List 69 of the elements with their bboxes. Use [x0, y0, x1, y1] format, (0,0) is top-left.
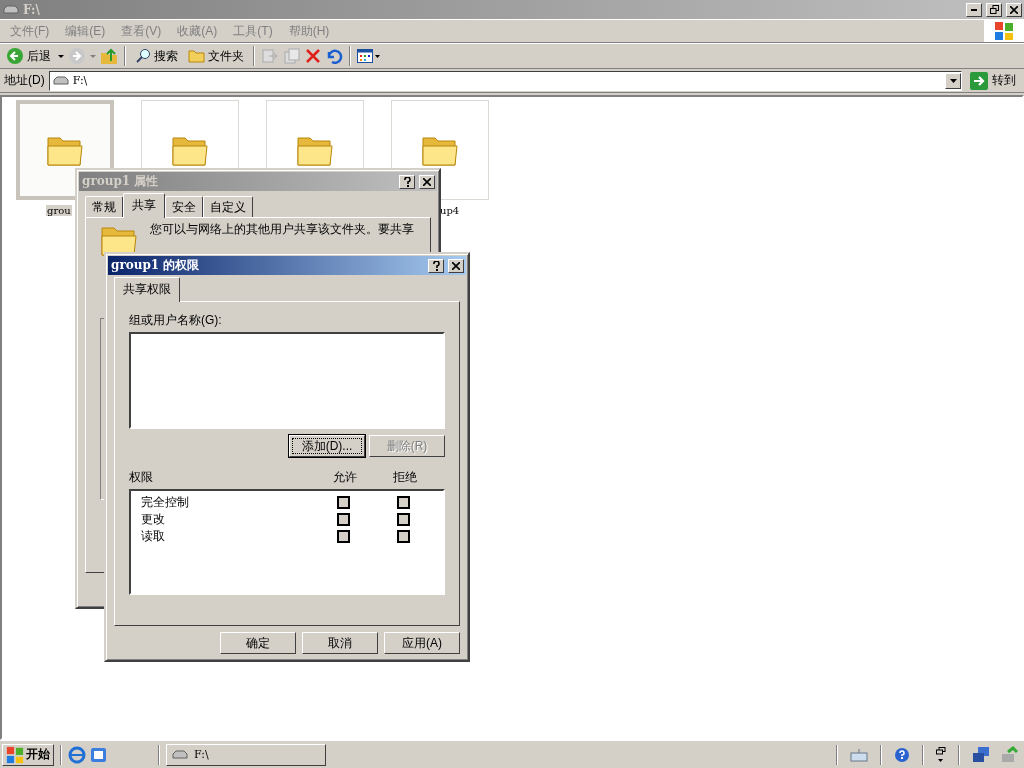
- restore-icon: [989, 5, 999, 14]
- tab[interactable]: 常规: [85, 196, 123, 217]
- permission-name: 完全控制: [141, 494, 190, 511]
- tab[interactable]: 共享: [123, 193, 165, 218]
- tab[interactable]: 自定义: [203, 196, 253, 217]
- minimize-button[interactable]: [966, 2, 982, 17]
- folder-name: up4: [439, 205, 461, 216]
- delete-icon[interactable]: [305, 48, 321, 64]
- add-button[interactable]: 添加(D)...: [289, 435, 365, 457]
- views-icon[interactable]: [357, 48, 381, 64]
- window-title: F:\: [23, 2, 41, 17]
- column-header: 拒绝: [393, 469, 417, 486]
- dialog-button[interactable]: 确定: [220, 632, 296, 654]
- undo-icon[interactable]: [325, 48, 343, 64]
- search-button[interactable]: 搜索: [132, 47, 181, 65]
- caret-icon: [949, 78, 957, 83]
- deny-checkbox[interactable]: [396, 530, 410, 543]
- users-list[interactable]: [129, 332, 445, 429]
- address-label: 地址(D): [4, 72, 45, 89]
- folder-name: grou: [46, 205, 72, 216]
- dialog-title: group1 属性: [82, 173, 160, 190]
- restore-icon[interactable]: [936, 746, 946, 763]
- dropdown-button[interactable]: [945, 72, 961, 89]
- dialog-button[interactable]: 取消: [302, 632, 378, 654]
- allow-checkbox[interactable]: [336, 513, 350, 526]
- drive-icon: [3, 4, 19, 15]
- caret-icon: [58, 54, 64, 58]
- help-button[interactable]: [428, 258, 444, 273]
- column-header: 允许: [333, 469, 357, 486]
- close-button[interactable]: [1006, 2, 1022, 17]
- drive-icon: [172, 749, 188, 760]
- help-icon: [403, 176, 411, 187]
- drive-icon: [52, 75, 69, 86]
- allow-checkbox[interactable]: [336, 496, 350, 509]
- tab[interactable]: 安全: [165, 196, 203, 217]
- close-icon: [452, 261, 460, 270]
- minimize-icon: [971, 8, 977, 11]
- dialog-title: group1 的权限: [111, 257, 201, 274]
- column-header: 权限: [129, 469, 154, 486]
- users-label: 组或用户名称(G):: [129, 312, 223, 329]
- deny-checkbox[interactable]: [396, 496, 410, 509]
- close-button[interactable]: [448, 258, 464, 273]
- start-button[interactable]: 开始: [2, 743, 54, 766]
- address-field[interactable]: F:\: [48, 70, 962, 91]
- taskbar-button[interactable]: F:\: [166, 743, 326, 766]
- address-text: F:\: [72, 74, 88, 87]
- permission-name: 读取: [141, 528, 166, 545]
- back-button[interactable]: 后退: [3, 47, 54, 65]
- permission-name: 更改: [141, 511, 166, 528]
- caret-icon: [90, 54, 96, 58]
- network-icon[interactable]: [972, 745, 990, 764]
- close-icon: [1010, 5, 1018, 14]
- dialog-button[interactable]: 应用(A): [384, 632, 460, 654]
- folders-button[interactable]: 文件夹: [185, 47, 247, 65]
- search-icon: [135, 48, 151, 64]
- sharing-description: 您可以与网络上的其他用户共享该文件夹。要共享: [150, 222, 414, 236]
- folder-icon: [188, 49, 205, 63]
- allow-checkbox[interactable]: [336, 530, 350, 543]
- go-button[interactable]: 转到: [966, 71, 1024, 90]
- help-icon: [432, 260, 440, 271]
- deny-checkbox[interactable]: [396, 513, 410, 526]
- windows-logo-icon: [6, 745, 24, 764]
- help-icon[interactable]: [894, 746, 910, 763]
- close-button[interactable]: [419, 174, 435, 189]
- tab[interactable]: 共享权限: [114, 277, 180, 302]
- windows-logo-icon: [994, 21, 1014, 41]
- close-icon: [423, 177, 431, 186]
- help-button[interactable]: [399, 174, 415, 189]
- restore-button[interactable]: [986, 2, 1002, 17]
